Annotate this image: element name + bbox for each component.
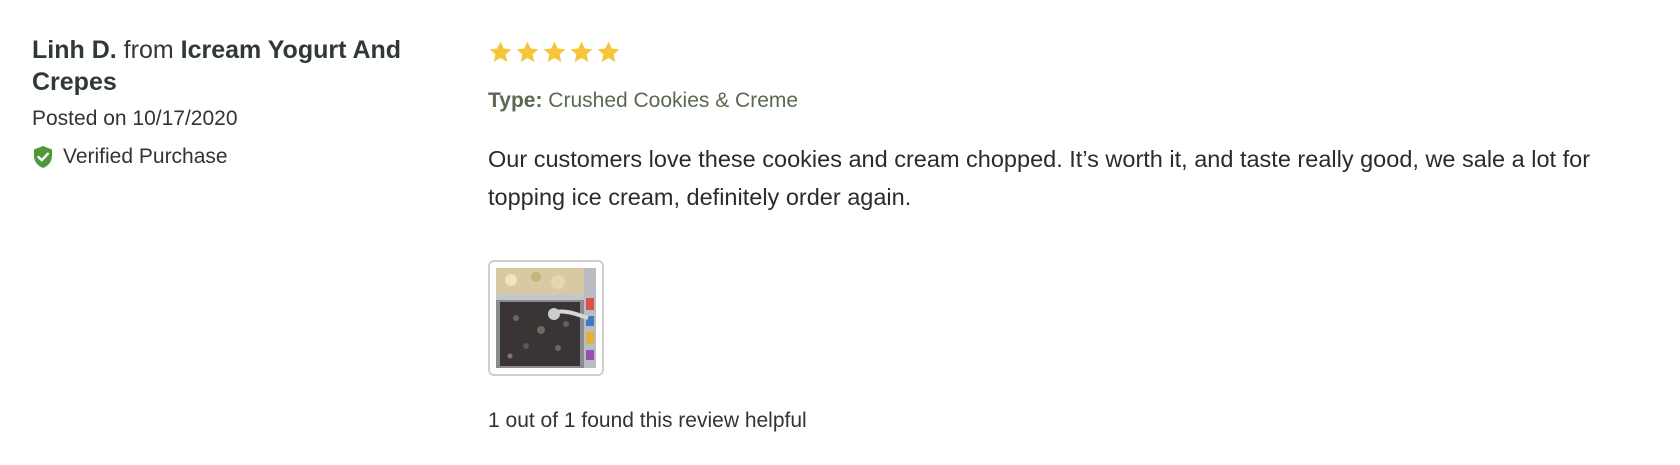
review-text: Our customers love these cookies and cre… (488, 146, 1591, 210)
helpful-count: 1 out of 1 found this review helpful (488, 409, 807, 432)
review-photo-thumbnail[interactable] (488, 260, 604, 376)
from-word: from (123, 36, 174, 64)
shield-check-icon (32, 145, 54, 169)
star-icon (515, 40, 540, 65)
review-content-panel: Type: Crushed Cookies & Creme Our custom… (488, 36, 1658, 434)
review-author-line: Linh D. from Icream Yogurt And Crepes (32, 34, 452, 98)
reviewer-name: Linh D. (32, 36, 117, 64)
review-photo-image (496, 268, 596, 368)
star-icon (542, 40, 567, 65)
product-type: Type: Crushed Cookies & Creme (488, 88, 1658, 114)
star-icon (596, 40, 621, 65)
review-card: Linh D. from Icream Yogurt And Crepes Po… (0, 0, 1680, 465)
verified-purchase-badge: Verified Purchase (32, 144, 452, 170)
star-icon (569, 40, 594, 65)
product-type-value: Crushed Cookies & Creme (548, 89, 799, 112)
verified-purchase-label: Verified Purchase (63, 145, 228, 168)
product-type-label: Type: (488, 89, 543, 112)
review-author-panel: Linh D. from Icream Yogurt And Crepes Po… (32, 34, 452, 170)
posted-date: Posted on 10/17/2020 (32, 107, 238, 130)
star-rating (488, 36, 1658, 68)
star-icon (488, 40, 513, 65)
